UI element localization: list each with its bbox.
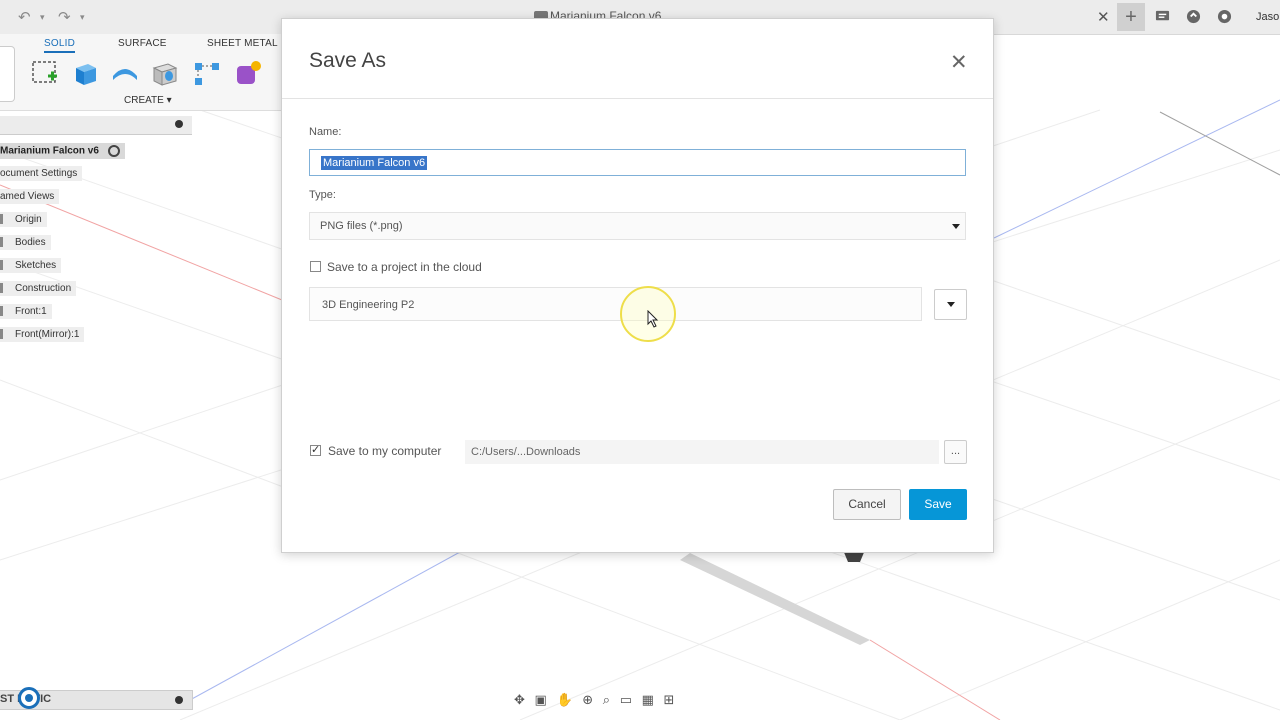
redo-icon[interactable]: ↷ <box>58 8 71 26</box>
visibility-icon[interactable] <box>0 260 3 271</box>
grid-settings-icon[interactable]: ▦ <box>642 692 654 708</box>
extrude-icon[interactable] <box>70 58 100 88</box>
new-tab-button[interactable]: + <box>1117 3 1145 31</box>
fit-icon[interactable]: ⌕ <box>603 692 610 708</box>
mouse-cursor-icon <box>647 310 659 328</box>
browser-item-sketches[interactable]: Sketches <box>0 258 62 273</box>
save-to-cloud-label[interactable]: Save to a project in the cloud <box>327 260 482 274</box>
project-location-field[interactable]: 3D Engineering P2 <box>309 287 922 321</box>
save-to-cloud-checkbox[interactable] <box>310 261 321 272</box>
undo-icon[interactable]: ↶ <box>18 8 31 26</box>
chevron-down-icon <box>952 224 960 229</box>
browse-button[interactable]: ... <box>944 440 967 464</box>
save-button[interactable]: Save <box>909 489 967 520</box>
create-menu[interactable]: CREATE ▾ <box>124 95 172 106</box>
comments-panel[interactable]: ST MATIC <box>0 687 193 710</box>
zoom-icon[interactable]: ⊕ <box>582 692 593 708</box>
activate-icon[interactable] <box>107 145 120 157</box>
save-to-computer-checkbox[interactable] <box>310 443 321 456</box>
chat-icon[interactable] <box>1155 9 1170 24</box>
chevron-down-icon <box>947 302 955 307</box>
visibility-icon[interactable] <box>0 214 3 225</box>
dialog-title: Save As <box>309 49 387 72</box>
hole-icon[interactable] <box>150 58 180 88</box>
viewports-icon[interactable]: ⊞ <box>664 692 675 708</box>
pattern-icon[interactable] <box>192 58 222 88</box>
name-input[interactable]: Marianium Falcon v6 <box>309 149 966 176</box>
browser-item-construction[interactable]: Construction <box>0 281 77 296</box>
undo-dropdown-icon[interactable]: ▾ <box>40 12 45 23</box>
tab-solid[interactable]: SOLID <box>44 38 76 53</box>
data-panel-toggle[interactable] <box>0 46 15 102</box>
visibility-icon[interactable] <box>0 283 3 294</box>
visibility-icon[interactable] <box>0 237 3 248</box>
browser-item-document-settings[interactable]: ocument Settings <box>0 166 83 181</box>
record-dot-icon <box>25 694 33 702</box>
tab-surface[interactable]: SURFACE <box>118 38 167 49</box>
navigation-bar: ✥ ▣ ✋ ⊕ ⌕ ▭ ▦ ⊞ <box>514 692 754 714</box>
save-path-field[interactable]: C:/Users/...Downloads <box>465 440 939 464</box>
project-location-dropdown-button[interactable] <box>934 289 967 320</box>
orbit-icon[interactable]: ✥ <box>514 692 525 708</box>
dialog-header: Save As ✕ <box>282 19 993 99</box>
type-label: Type: <box>309 189 336 201</box>
file-type-value: PNG files (*.png) <box>320 220 403 232</box>
comments-add-icon[interactable] <box>175 696 183 704</box>
browser-item-front[interactable]: Front:1 <box>0 304 52 319</box>
browser-root-item[interactable]: Marianium Falcon v6 <box>0 143 125 159</box>
browser-item-bodies[interactable]: Bodies <box>0 235 51 250</box>
look-at-icon[interactable]: ▣ <box>535 692 547 708</box>
save-as-dialog: Save As ✕ Name: Marianium Falcon v6 Type… <box>281 18 994 553</box>
clock-icon[interactable] <box>1217 9 1232 24</box>
user-name[interactable]: Jaso <box>1256 11 1279 23</box>
close-tab-icon[interactable]: ✕ <box>1097 8 1110 26</box>
name-input-selected-text: Marianium Falcon v6 <box>321 156 428 170</box>
browser-panel-header <box>0 116 192 135</box>
toolbar-ribbon: SOLID SURFACE SHEET METAL CREATE ▾ <box>0 34 282 111</box>
display-settings-icon[interactable]: ▭ <box>620 692 632 708</box>
project-location-value: 3D Engineering P2 <box>322 299 415 311</box>
close-icon[interactable]: ✕ <box>950 52 968 73</box>
job-status-icon[interactable] <box>1186 9 1201 24</box>
browser-item-named-views[interactable]: amed Views <box>0 189 60 204</box>
browser-collapse-icon[interactable] <box>175 120 183 128</box>
revolve-icon[interactable] <box>110 58 140 88</box>
pan-icon[interactable]: ✋ <box>556 692 572 708</box>
cancel-button[interactable]: Cancel <box>833 489 901 520</box>
tab-sheet-metal[interactable]: SHEET METAL <box>207 38 278 49</box>
save-path-value: C:/Users/...Downloads <box>471 446 581 458</box>
browser-item-front-mirror[interactable]: Front(Mirror):1 <box>0 327 85 342</box>
visibility-icon[interactable] <box>0 329 3 340</box>
visibility-icon[interactable] <box>0 306 3 317</box>
file-type-select[interactable]: PNG files (*.png) <box>309 212 966 240</box>
redo-dropdown-icon[interactable]: ▾ <box>80 12 85 23</box>
save-to-computer-label[interactable]: Save to my computer <box>328 444 441 458</box>
create-form-icon[interactable] <box>234 58 264 88</box>
browser-item-origin[interactable]: Origin <box>0 212 47 227</box>
name-label: Name: <box>309 126 342 138</box>
create-sketch-icon[interactable] <box>30 58 60 88</box>
